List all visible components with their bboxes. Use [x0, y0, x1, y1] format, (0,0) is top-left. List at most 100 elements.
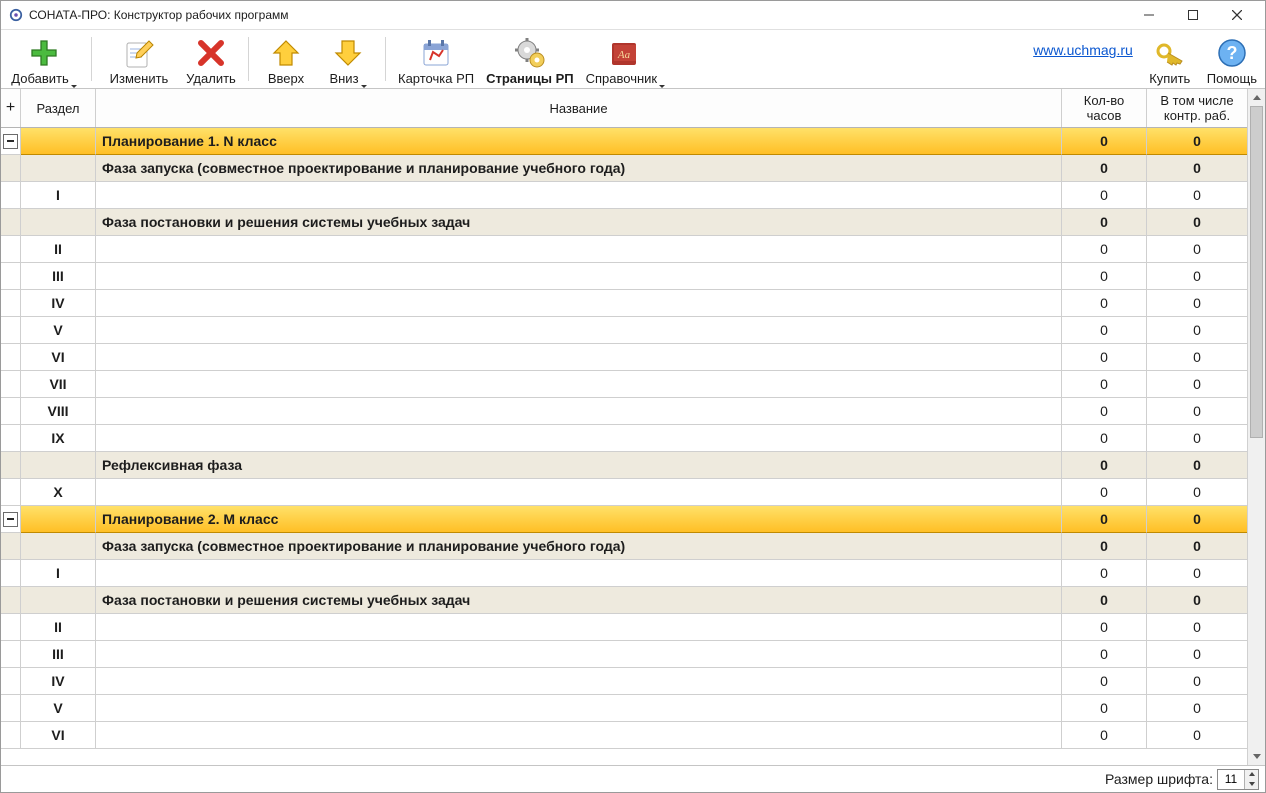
title-cell[interactable]: [96, 479, 1062, 506]
title-cell[interactable]: [96, 722, 1062, 749]
ctrl-cell[interactable]: 0: [1147, 533, 1247, 560]
phase-row[interactable]: Фаза постановки и решения системы учебны…: [1, 209, 1247, 236]
title-cell[interactable]: [96, 317, 1062, 344]
title-cell[interactable]: Фаза запуска (совместное проектирование …: [96, 533, 1062, 560]
ctrl-cell[interactable]: 0: [1147, 371, 1247, 398]
item-row[interactable]: IX00: [1, 425, 1247, 452]
ctrl-cell[interactable]: 0: [1147, 209, 1247, 236]
hours-cell[interactable]: 0: [1062, 425, 1147, 452]
planning-row[interactable]: Планирование 2. M класс00: [1, 506, 1247, 533]
hours-cell[interactable]: 0: [1062, 236, 1147, 263]
hours-cell[interactable]: 0: [1062, 668, 1147, 695]
item-row[interactable]: VII00: [1, 371, 1247, 398]
ctrl-cell[interactable]: 0: [1147, 290, 1247, 317]
item-row[interactable]: VIII00: [1, 398, 1247, 425]
title-cell[interactable]: Рефлексивная фаза: [96, 452, 1062, 479]
help-button[interactable]: ? Помощь: [1201, 34, 1263, 88]
buy-button[interactable]: Купить: [1139, 34, 1201, 88]
add-button[interactable]: Добавить: [3, 34, 85, 88]
ctrl-cell[interactable]: 0: [1147, 722, 1247, 749]
scroll-track[interactable]: [1248, 106, 1265, 748]
title-cell[interactable]: [96, 668, 1062, 695]
hours-cell[interactable]: 0: [1062, 533, 1147, 560]
item-row[interactable]: VI00: [1, 344, 1247, 371]
hours-cell[interactable]: 0: [1062, 209, 1147, 236]
item-row[interactable]: II00: [1, 236, 1247, 263]
title-cell[interactable]: [96, 263, 1062, 290]
title-cell[interactable]: [96, 695, 1062, 722]
hours-cell[interactable]: 0: [1062, 695, 1147, 722]
delete-button[interactable]: Удалить: [180, 34, 242, 88]
item-row[interactable]: I00: [1, 560, 1247, 587]
maximize-button[interactable]: [1171, 1, 1215, 29]
hours-cell[interactable]: 0: [1062, 155, 1147, 182]
ctrl-cell[interactable]: 0: [1147, 560, 1247, 587]
item-row[interactable]: II00: [1, 614, 1247, 641]
ctrl-cell[interactable]: 0: [1147, 317, 1247, 344]
font-size-spinner[interactable]: [1217, 769, 1259, 790]
font-size-input[interactable]: [1218, 770, 1244, 789]
item-row[interactable]: III00: [1, 263, 1247, 290]
phase-row[interactable]: Фаза запуска (совместное проектирование …: [1, 155, 1247, 182]
title-cell[interactable]: Фаза запуска (совместное проектирование …: [96, 155, 1062, 182]
scroll-up-button[interactable]: [1248, 89, 1265, 106]
header-title[interactable]: Название: [96, 89, 1062, 127]
title-cell[interactable]: Планирование 1. N класс: [96, 128, 1062, 155]
title-cell[interactable]: [96, 614, 1062, 641]
header-hours[interactable]: Кол-во часов: [1062, 89, 1147, 127]
hours-cell[interactable]: 0: [1062, 506, 1147, 533]
up-button[interactable]: Вверх: [255, 34, 317, 88]
ctrl-cell[interactable]: 0: [1147, 155, 1247, 182]
ctrl-cell[interactable]: 0: [1147, 587, 1247, 614]
hours-cell[interactable]: 0: [1062, 722, 1147, 749]
website-link[interactable]: www.uchmag.ru: [1033, 42, 1137, 76]
item-row[interactable]: III00: [1, 641, 1247, 668]
hours-cell[interactable]: 0: [1062, 452, 1147, 479]
hours-cell[interactable]: 0: [1062, 398, 1147, 425]
ctrl-cell[interactable]: 0: [1147, 236, 1247, 263]
item-row[interactable]: I00: [1, 182, 1247, 209]
hours-cell[interactable]: 0: [1062, 317, 1147, 344]
hours-cell[interactable]: 0: [1062, 182, 1147, 209]
ctrl-cell[interactable]: 0: [1147, 641, 1247, 668]
expand-cell[interactable]: [1, 506, 21, 533]
item-row[interactable]: V00: [1, 317, 1247, 344]
planning-row[interactable]: Планирование 1. N класс00: [1, 128, 1247, 155]
item-row[interactable]: V00: [1, 695, 1247, 722]
spin-down-button[interactable]: [1245, 779, 1258, 789]
title-cell[interactable]: [96, 398, 1062, 425]
edit-button[interactable]: Изменить: [98, 34, 180, 88]
spin-up-button[interactable]: [1245, 770, 1258, 780]
expand-cell[interactable]: [1, 128, 21, 155]
title-cell[interactable]: Фаза постановки и решения системы учебны…: [96, 587, 1062, 614]
item-row[interactable]: X00: [1, 479, 1247, 506]
title-cell[interactable]: [96, 560, 1062, 587]
ctrl-cell[interactable]: 0: [1147, 182, 1247, 209]
hours-cell[interactable]: 0: [1062, 263, 1147, 290]
phase-row[interactable]: Фаза постановки и решения системы учебны…: [1, 587, 1247, 614]
minimize-button[interactable]: [1127, 1, 1171, 29]
item-row[interactable]: VI00: [1, 722, 1247, 749]
close-button[interactable]: [1215, 1, 1259, 29]
ctrl-cell[interactable]: 0: [1147, 263, 1247, 290]
header-expand[interactable]: +: [1, 89, 21, 127]
ctrl-cell[interactable]: 0: [1147, 506, 1247, 533]
ctrl-cell[interactable]: 0: [1147, 398, 1247, 425]
item-row[interactable]: IV00: [1, 668, 1247, 695]
hours-cell[interactable]: 0: [1062, 479, 1147, 506]
title-cell[interactable]: [96, 182, 1062, 209]
down-button[interactable]: Вниз: [317, 34, 379, 88]
hours-cell[interactable]: 0: [1062, 614, 1147, 641]
hours-cell[interactable]: 0: [1062, 128, 1147, 155]
hours-cell[interactable]: 0: [1062, 560, 1147, 587]
card-button[interactable]: Карточка РП: [392, 34, 480, 88]
title-cell[interactable]: Планирование 2. M класс: [96, 506, 1062, 533]
ctrl-cell[interactable]: 0: [1147, 614, 1247, 641]
title-cell[interactable]: [96, 236, 1062, 263]
collapse-icon[interactable]: [3, 512, 18, 527]
ctrl-cell[interactable]: 0: [1147, 425, 1247, 452]
ctrl-cell[interactable]: 0: [1147, 344, 1247, 371]
title-cell[interactable]: [96, 425, 1062, 452]
title-cell[interactable]: [96, 290, 1062, 317]
ctrl-cell[interactable]: 0: [1147, 479, 1247, 506]
